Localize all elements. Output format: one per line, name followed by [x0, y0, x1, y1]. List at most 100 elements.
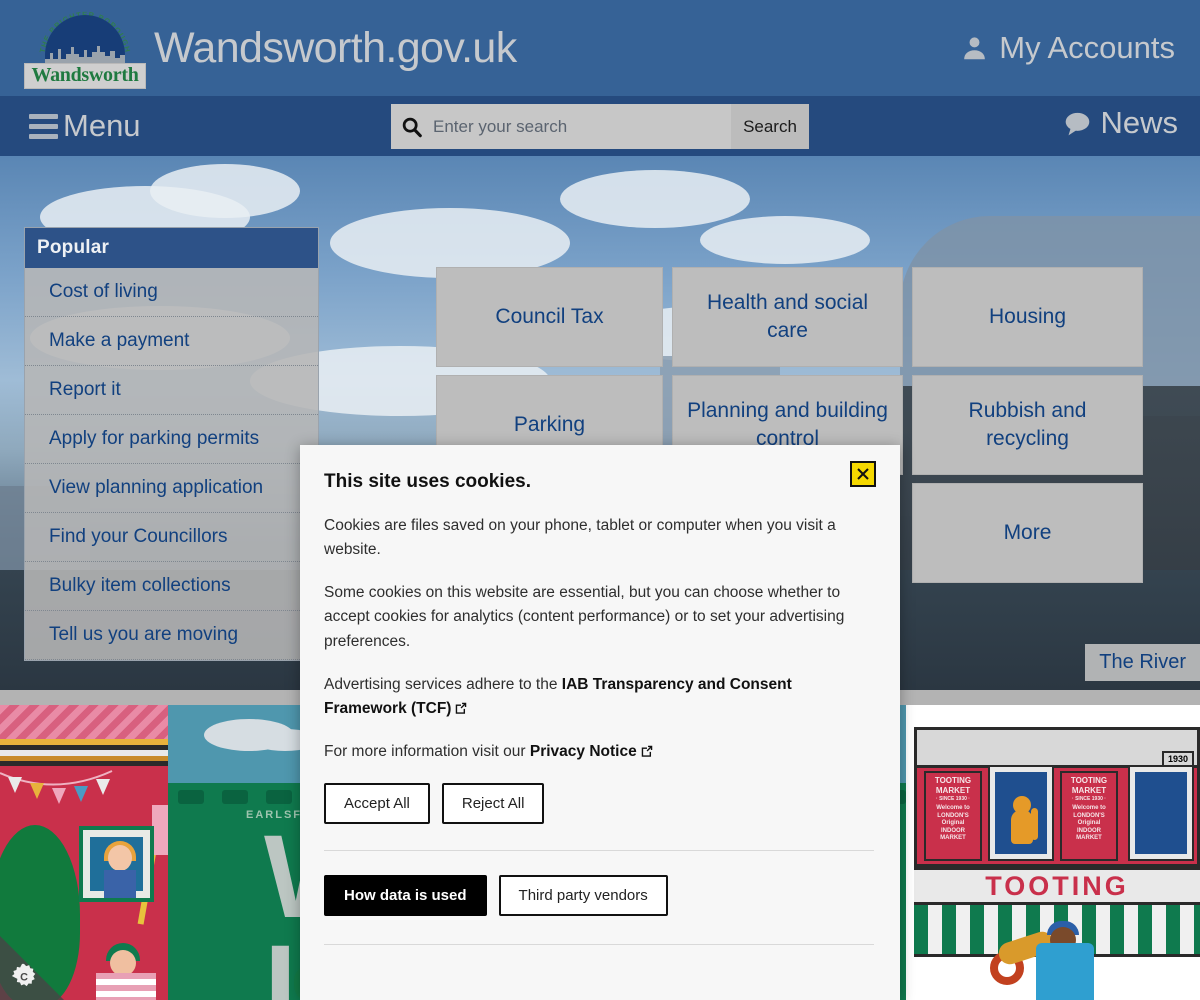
- consent-button-row: Accept All Reject All: [324, 782, 874, 824]
- third-party-vendors-tab[interactable]: Third party vendors: [498, 874, 668, 916]
- popular-link[interactable]: Apply for parking permits: [49, 428, 259, 449]
- tile-more[interactable]: More: [912, 483, 1143, 583]
- market-welcome-4: INDOOR: [941, 827, 965, 834]
- river-caption-tile[interactable]: The River: [1085, 644, 1200, 681]
- list-item[interactable]: Make a payment: [25, 317, 318, 366]
- news-link[interactable]: News: [1064, 105, 1178, 141]
- list-item[interactable]: Tell us you are moving: [25, 611, 318, 660]
- tile-council-tax[interactable]: Council Tax: [436, 267, 663, 367]
- site-title: Wandsworth.gov.uk: [154, 23, 517, 72]
- cloud-shape: [560, 170, 750, 228]
- accept-all-button[interactable]: Accept All: [324, 782, 430, 824]
- market-sign-right: TOOTING MARKET · SINCE 1930 · Welcome to…: [1060, 771, 1118, 861]
- girl-head-shape: [108, 845, 132, 871]
- cat-tail-shape: [1031, 808, 1038, 840]
- external-link-icon: [641, 745, 652, 757]
- cyclist-body-shape: [96, 973, 156, 1000]
- illustration-tooting-market-panel: 1930 TOOTING MARKET · SINCE 1930 · Welco…: [906, 705, 1200, 1000]
- market-banner: TOOTING: [914, 867, 1200, 905]
- roof-pattern: [0, 705, 168, 739]
- market-welcome-2: LONDON'S: [937, 812, 969, 819]
- musician-body-shape: [1036, 943, 1094, 1000]
- news-label: News: [1100, 105, 1178, 140]
- girl-body-shape: [104, 870, 136, 898]
- market-welcome-3: Original: [1077, 820, 1101, 827]
- menu-label: Menu: [63, 108, 141, 143]
- site-search: Search: [391, 104, 809, 149]
- cat-head-shape: [1013, 796, 1031, 814]
- tile-rubbish-recycling[interactable]: Rubbish and recycling: [912, 375, 1143, 475]
- market-welcome-5: MARKET: [1076, 835, 1102, 842]
- external-link-icon: [456, 702, 467, 714]
- popular-link[interactable]: Report it: [49, 379, 121, 400]
- hamburger-icon: [29, 113, 58, 139]
- popular-link[interactable]: View planning application: [49, 477, 263, 498]
- heart-flag-shape: ❤: [152, 805, 168, 855]
- popular-link[interactable]: Tell us you are moving: [49, 624, 238, 645]
- divider: [324, 849, 874, 851]
- menu-button[interactable]: Menu: [29, 108, 141, 144]
- cookie-paragraph-4: For more information visit our Privacy N…: [324, 740, 874, 764]
- privacy-text-prefix: For more information visit our: [324, 742, 530, 760]
- market-welcome-2: LONDON'S: [1073, 812, 1105, 819]
- popular-link[interactable]: Cost of living: [49, 281, 158, 302]
- cookie-dialog-title: This site uses cookies.: [324, 471, 531, 492]
- tile-housing[interactable]: Housing: [912, 267, 1143, 367]
- list-item[interactable]: Bulky item collections: [25, 562, 318, 611]
- popular-link[interactable]: Find your Councillors: [49, 526, 227, 547]
- market-sign-line2: MARKET: [935, 786, 971, 795]
- gear-cookie-icon[interactable]: C: [11, 963, 37, 989]
- list-item[interactable]: Cost of living: [25, 268, 318, 317]
- my-accounts-link[interactable]: My Accounts: [961, 30, 1175, 66]
- my-accounts-label: My Accounts: [999, 30, 1175, 65]
- search-input[interactable]: [433, 104, 731, 149]
- logo-wordmark: Wandsworth: [24, 63, 146, 89]
- cat-body-shape: [1011, 810, 1033, 844]
- cloud-shape: [150, 164, 300, 218]
- search-submit-button[interactable]: Search: [731, 104, 809, 149]
- market-welcome-1: Welcome to: [936, 805, 970, 812]
- brand-header: THE BRIGHTER BOROUGH Wandsworth Wandswor…: [0, 0, 1200, 96]
- svg-text:C: C: [20, 971, 28, 983]
- bunting-icon: [0, 770, 113, 804]
- cloud-shape: [700, 216, 870, 264]
- cookie-paragraph-3: Advertising services adhere to the IAB T…: [324, 673, 874, 721]
- market-welcome-1: Welcome to: [1072, 805, 1106, 812]
- market-sign-since: · SINCE 1930 ·: [936, 796, 970, 802]
- market-sign-since: · SINCE 1930 ·: [1072, 796, 1106, 802]
- market-window-right: [1128, 765, 1194, 861]
- tcf-text-prefix: Advertising services adhere to the: [324, 675, 562, 693]
- list-item[interactable]: Report it: [25, 366, 318, 415]
- tile-health-social-care[interactable]: Health and social care: [672, 267, 903, 367]
- cookie-paragraph-1: Cookies are files saved on your phone, t…: [324, 517, 836, 559]
- facade-band: [0, 761, 168, 766]
- popular-links-list: Cost of living Make a payment Report it …: [25, 268, 318, 660]
- wandsworth-logo[interactable]: THE BRIGHTER BOROUGH Wandsworth: [24, 7, 146, 89]
- market-sign-line1: TOOTING: [934, 776, 972, 785]
- list-item[interactable]: Apply for parking permits: [25, 415, 318, 464]
- popular-links-panel: Popular Cost of living Make a payment Re…: [24, 227, 319, 661]
- search-icon: [391, 104, 433, 149]
- popular-panel-heading: Popular: [25, 228, 318, 268]
- market-welcome-4: INDOOR: [1077, 827, 1101, 834]
- market-sign-line2: MARKET: [1071, 786, 1107, 795]
- cookie-paragraph-2: Some cookies on this website are essenti…: [324, 584, 845, 650]
- reject-all-button[interactable]: Reject All: [441, 782, 545, 824]
- market-banner-text: TOOTING: [985, 870, 1129, 901]
- list-item[interactable]: View planning application: [25, 464, 318, 513]
- market-sign-line1: TOOTING: [1070, 776, 1108, 785]
- close-icon[interactable]: [850, 461, 876, 487]
- popular-link[interactable]: Bulky item collections: [49, 575, 231, 596]
- how-data-is-used-tab[interactable]: How data is used: [324, 874, 487, 916]
- list-item[interactable]: Find your Councillors: [25, 513, 318, 562]
- market-window-cat: [988, 765, 1054, 861]
- market-welcome-3: Original: [941, 820, 965, 827]
- popular-link[interactable]: Make a payment: [49, 330, 189, 351]
- market-year-plate: 1930: [1161, 751, 1194, 767]
- privacy-notice-link[interactable]: Privacy Notice: [530, 743, 637, 760]
- cookie-consent-dialog: This site uses cookies. Cookies are file…: [300, 445, 900, 1000]
- divider: [324, 943, 874, 945]
- house-window-shape: [79, 826, 154, 902]
- speech-bubble-icon: [1066, 112, 1090, 135]
- person-icon: [964, 37, 986, 60]
